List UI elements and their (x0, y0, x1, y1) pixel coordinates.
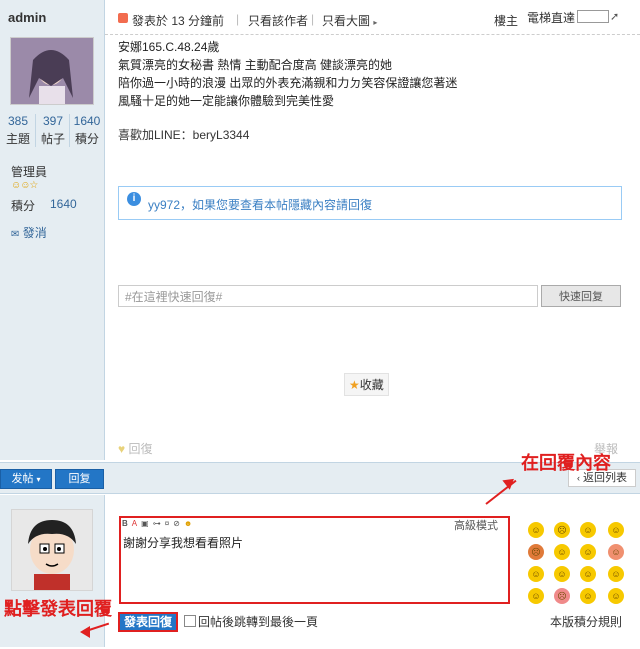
divider: | (311, 12, 315, 26)
smiley-icon[interactable]: ☺ (554, 544, 570, 560)
jump-last-page-checkbox[interactable] (184, 615, 196, 627)
post-line: 陪你過一小時的浪漫 出眾的外表充滿親和力ㄉ笑容保證讓您著迷 (118, 76, 458, 90)
chevron-down-icon: ▾ (36, 475, 41, 484)
new-post-label: 发帖 (11, 473, 34, 485)
smiley-icon[interactable]: ☺ (608, 588, 624, 604)
annotation-click-submit: 點擊發表回覆 (4, 599, 112, 619)
stat-value: 397 (42, 114, 64, 128)
post-content: 安娜165.C.48.24歲 氣質漂亮的女秘書 熱情 主動配合度高 健談漂亮的她… (118, 38, 457, 110)
code-icon[interactable]: ¤ (165, 519, 173, 528)
stat-value: 1640 (73, 114, 101, 128)
stat-label: 積分 (74, 132, 99, 146)
info-icon: i (127, 192, 141, 206)
reply-editor[interactable] (119, 516, 510, 604)
smiley-icon[interactable]: ☺ (528, 566, 544, 582)
only-big-label: 只看大圖 (322, 14, 371, 28)
only-big-images-link[interactable]: 只看大圖 ▸ (322, 12, 377, 29)
credit-rules-link[interactable]: 本版積分規則 (550, 613, 622, 630)
jump-floor-input[interactable] (577, 10, 609, 23)
jump-last-page-label: 回帖後跳轉到最後一頁 (198, 615, 319, 629)
reply-button[interactable]: 回复 (55, 469, 104, 489)
stat-credits[interactable]: 1640 積分 (69, 114, 104, 147)
annotation-reply-content: 在回覆內容 (521, 453, 611, 473)
post-contact-line: 喜歡加LINE：beryL3344 (118, 128, 250, 142)
smiley-icon[interactable]: ☹ (554, 588, 570, 604)
caret-right-icon: ▸ (373, 18, 378, 27)
user-role: 管理員 (11, 165, 48, 179)
emoji-icon[interactable]: ☻ (184, 519, 196, 528)
advanced-mode-link[interactable]: 高級模式 (454, 517, 498, 533)
stat-label: 帖子 (40, 132, 65, 146)
bold-icon[interactable]: B (122, 519, 132, 528)
smiley-icon[interactable]: ☺ (608, 522, 624, 538)
rank-stars-icon: ☺☺☆ (11, 180, 38, 191)
reply-avatar (11, 509, 93, 591)
send-message-link[interactable]: ✉ 發消 (11, 224, 47, 241)
new-post-button[interactable]: 发帖 ▾ (0, 469, 52, 489)
favorite-label: 收藏 (359, 378, 384, 392)
smiley-icon[interactable]: ☺ (528, 588, 544, 604)
jump-arrow-icon[interactable]: ➚ (610, 10, 622, 23)
quick-reply-button[interactable]: 快速回复 (541, 285, 621, 307)
smiley-icon[interactable]: ☺ (608, 544, 624, 560)
author-avatar[interactable] (10, 37, 94, 105)
smiley-icon[interactable]: ☺ (580, 588, 596, 604)
divider: | (236, 12, 240, 26)
image-icon[interactable]: ▣ (141, 519, 153, 528)
smiley-icon[interactable]: ☺ (554, 566, 570, 582)
reply-icon: ♥ (118, 442, 126, 456)
editor-toolbar[interactable]: BA▣⊶¤⊘☻ (122, 519, 196, 528)
attach-icon[interactable]: ⊘ (173, 519, 184, 528)
floor-label: 樓主 (494, 14, 519, 28)
quick-reply-input[interactable]: #在這裡快速回復# (118, 285, 538, 307)
jump-label: 電梯直達 (527, 11, 576, 25)
smiley-icon[interactable]: ☺ (528, 522, 544, 538)
reply-link-label: 回復 (128, 442, 153, 456)
reply-link[interactable]: ♥ 回復 (118, 440, 152, 457)
post-line: 氣質漂亮的女秘書 熱情 主動配合度高 健談漂亮的她 (118, 58, 393, 72)
smiley-icon[interactable]: ☺ (580, 544, 596, 560)
score-value: 1640 (50, 197, 77, 211)
arrowhead-icon (80, 626, 90, 638)
author-name[interactable]: admin (8, 10, 46, 25)
smiley-icon[interactable]: ☺ (608, 566, 624, 582)
smiley-icon[interactable]: ☺ (580, 522, 596, 538)
only-author-link[interactable]: 只看該作者 (248, 12, 308, 29)
favorite-button[interactable]: ★收藏 (344, 373, 389, 396)
stat-topics[interactable]: 385 主題 (1, 114, 35, 147)
star-icon: ★ (349, 378, 360, 392)
stat-label: 主題 (5, 132, 30, 146)
smiley-icon[interactable]: ☹ (528, 544, 544, 560)
smiley-icon[interactable]: ☺ (580, 566, 596, 582)
post-line: 安娜165.C.48.24歲 (118, 40, 220, 54)
stat-value: 385 (7, 114, 29, 128)
post-time: 發表於 13 分鐘前 (132, 14, 225, 28)
smiley-icon[interactable]: ☹ (554, 522, 570, 538)
stat-posts[interactable]: 397 帖子 (35, 114, 70, 147)
score-label: 積分 (11, 199, 36, 213)
envelope-icon: ✉ (11, 229, 20, 240)
hidden-content-text: yy972，如果您要查看本帖隱藏內容請回復 (148, 198, 373, 212)
color-icon[interactable]: A (132, 519, 141, 528)
submit-reply-button[interactable]: 發表回復 (118, 612, 178, 632)
post-line: 風騷十足的她一定能讓你體驗到完美性愛 (118, 94, 335, 108)
post-status-icon (118, 13, 128, 23)
reply-text[interactable]: 謝謝分享我想看看照片 (123, 534, 243, 551)
link-icon[interactable]: ⊶ (153, 519, 165, 528)
send-message-label: 發消 (22, 226, 47, 240)
